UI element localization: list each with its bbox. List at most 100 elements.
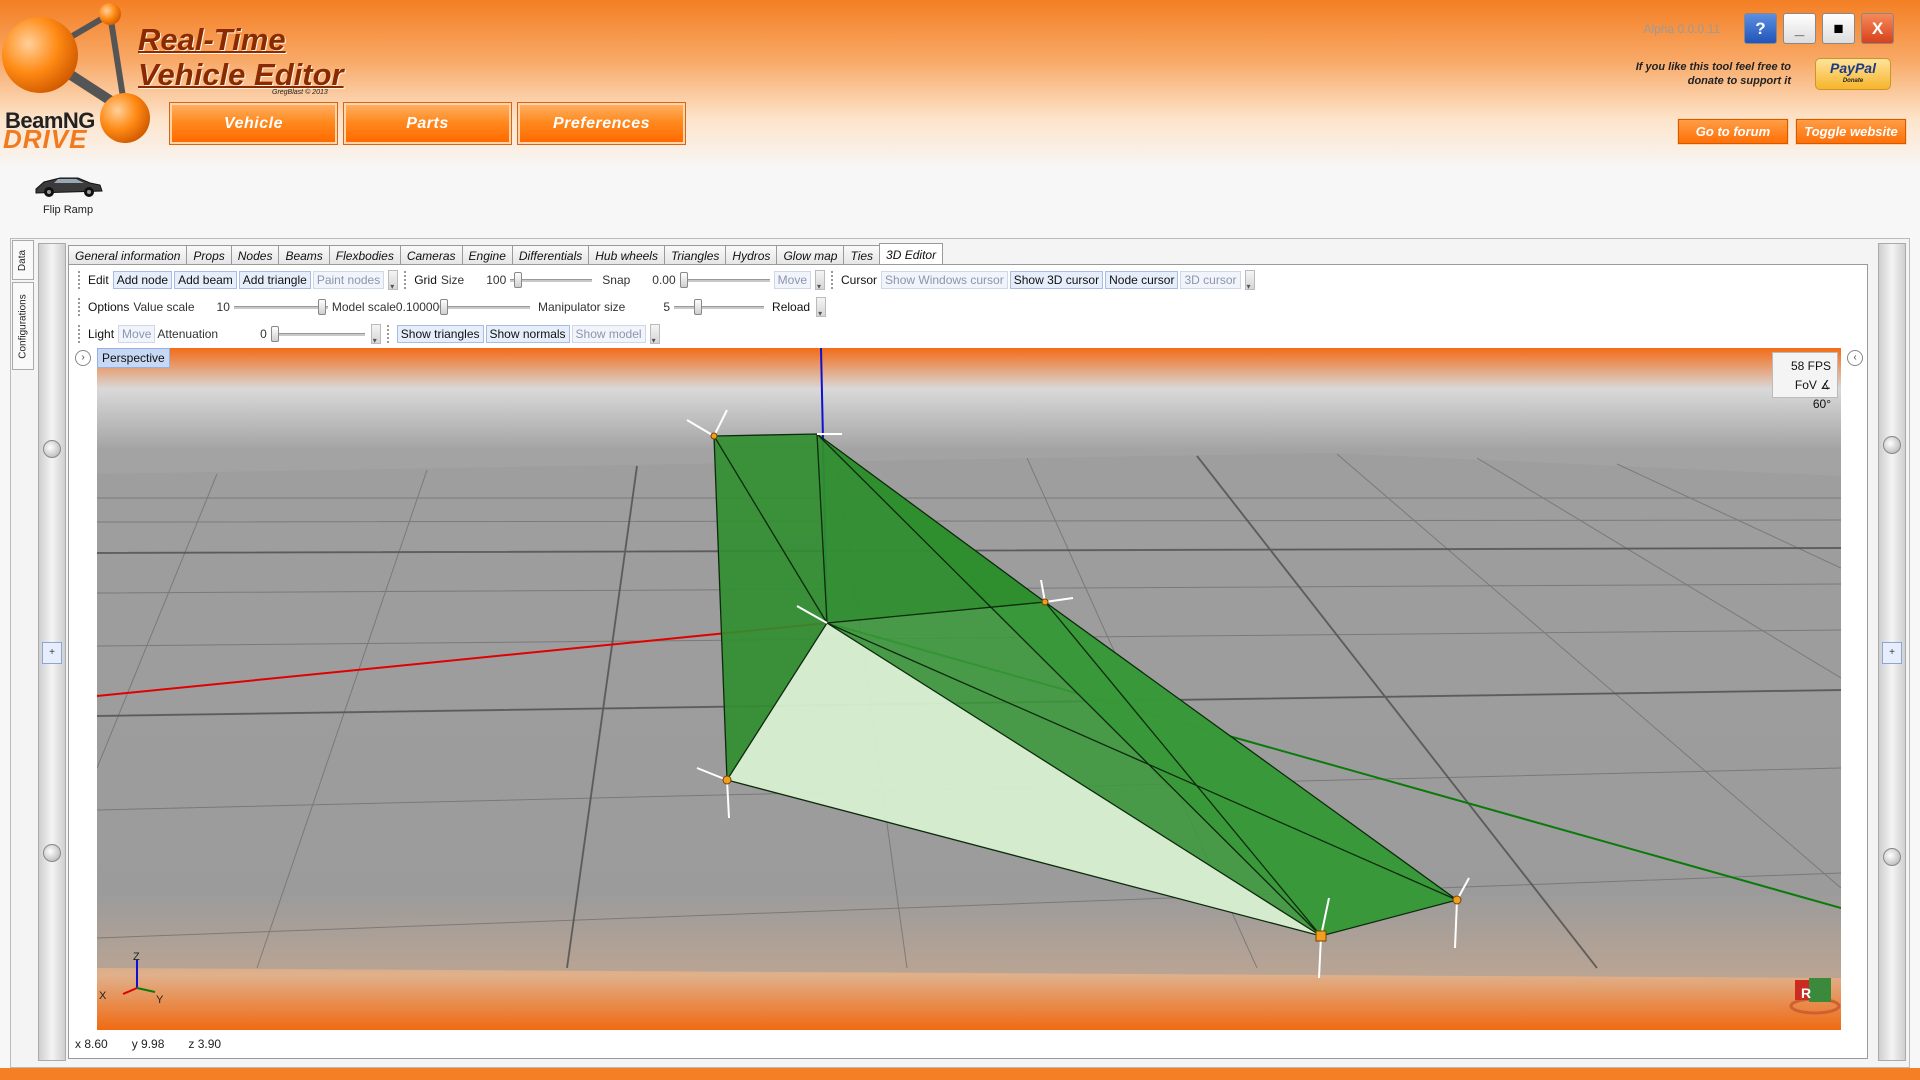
snap-slider[interactable] [679, 271, 770, 289]
fps-value: 58 FPS [1790, 359, 1831, 373]
node[interactable] [1041, 598, 1049, 606]
show-normals-button[interactable]: Show normals [485, 325, 570, 343]
move-button[interactable]: Move [773, 271, 811, 289]
slider-thumb[interactable] [679, 272, 688, 288]
right-splitter-knob-top[interactable] [1883, 436, 1901, 454]
left-splitter-knob-bottom[interactable] [43, 844, 61, 862]
chevron-left-icon[interactable]: ‹ [1847, 350, 1863, 366]
nav-vehicle-button[interactable]: Vehicle [169, 102, 338, 145]
axis-triad-y-label: Y [156, 994, 164, 1006]
right-expand-button[interactable]: + [1882, 642, 1902, 664]
viewport-mode-label[interactable]: Perspective [97, 348, 170, 368]
toolbar-grip[interactable] [78, 325, 82, 343]
toolbar-overflow[interactable] [1244, 270, 1255, 291]
version-label: Alpha 0.0.0.11 [1643, 22, 1720, 36]
app-credit: GregBlast © 2013 [272, 89, 328, 96]
tab-props[interactable]: Props [186, 245, 232, 265]
tab-hydros[interactable]: Hydros [725, 245, 778, 265]
left-expand-button[interactable]: + [42, 642, 62, 664]
size-value: 100 [486, 273, 507, 287]
slider-thumb[interactable] [270, 326, 279, 342]
side-tab-data[interactable]: Data [12, 240, 34, 280]
toolbar-grip[interactable] [386, 325, 391, 343]
tab-triangles[interactable]: Triangles [663, 245, 727, 265]
slider-thumb[interactable] [317, 299, 326, 315]
toolbar-grip[interactable] [404, 271, 408, 289]
minimize-button[interactable]: _ [1783, 13, 1816, 44]
model-scale-slider[interactable] [439, 298, 530, 316]
donate-text-line2: donate to support it [1687, 75, 1791, 87]
slider-thumb[interactable] [439, 299, 448, 315]
tab-nodes[interactable]: Nodes [230, 245, 280, 265]
maximize-button[interactable]: ■ [1822, 13, 1855, 44]
right-splitter[interactable]: + [1878, 243, 1906, 1061]
size-label: Size [440, 273, 465, 287]
toolbar-grip[interactable] [78, 298, 82, 316]
coord-y: y 9.98 [131, 1037, 165, 1051]
node[interactable] [1452, 895, 1462, 905]
side-tab-configurations[interactable]: Configurations [12, 282, 34, 370]
editor-tabs: General information Props Nodes Beams Fl… [68, 243, 944, 265]
manipulator-size-slider[interactable] [674, 298, 765, 316]
value-scale-slider[interactable] [233, 298, 328, 316]
paypal-donate-button[interactable]: PayPal Donate [1815, 58, 1891, 90]
show-3d-cursor-button[interactable]: Show 3D cursor [1009, 271, 1104, 289]
nav-parts-button[interactable]: Parts [343, 102, 512, 145]
toolbar-overflow[interactable] [388, 270, 399, 291]
toolbar-overflow[interactable] [815, 270, 825, 291]
chevron-right-icon[interactable]: › [75, 350, 91, 366]
show-windows-cursor-button[interactable]: Show Windows cursor [881, 271, 1008, 289]
add-triangle-button[interactable]: Add triangle [238, 271, 311, 289]
toolbar-grip[interactable] [78, 271, 82, 289]
donate-text: If you like this tool feel free to donat… [1591, 60, 1791, 88]
tab-glow-map[interactable]: Glow map [776, 245, 845, 265]
node[interactable] [710, 432, 718, 440]
axis-triad-x-label: X [99, 990, 107, 1002]
left-splitter-knob-top[interactable] [43, 440, 61, 458]
show-triangles-button[interactable]: Show triangles [396, 325, 484, 343]
fov-value: FoV ∡ 60° [1794, 378, 1831, 411]
add-node-button[interactable]: Add node [112, 271, 173, 289]
toolbar-overflow[interactable] [816, 297, 827, 318]
selected-node[interactable] [1315, 930, 1327, 942]
node[interactable] [722, 775, 732, 785]
tab-3d-editor[interactable]: 3D Editor [879, 243, 944, 265]
toolbar-grip[interactable] [831, 271, 835, 289]
slider-thumb[interactable] [694, 299, 703, 315]
paint-nodes-button[interactable]: Paint nodes [312, 271, 385, 289]
value-scale-label: Value scale [133, 300, 195, 314]
node-cursor-button[interactable]: Node cursor [1105, 271, 1179, 289]
reload-button[interactable]: Reload [772, 300, 810, 314]
right-splitter-knob-bottom[interactable] [1883, 848, 1901, 866]
side-tab-configurations-label: Configurations [17, 293, 29, 359]
light-move-button[interactable]: Move [118, 325, 156, 343]
light-label: Light [88, 327, 115, 341]
grid-size-slider[interactable] [510, 271, 593, 289]
go-to-forum-button[interactable]: Go to forum [1677, 118, 1789, 145]
tab-hub-wheels[interactable]: Hub wheels [588, 245, 665, 265]
toolbar-overflow[interactable] [649, 324, 660, 345]
left-splitter[interactable]: + [38, 243, 66, 1061]
show-model-button[interactable]: Show model [571, 325, 646, 343]
3d-viewport[interactable] [97, 348, 1841, 1030]
tab-beams[interactable]: Beams [278, 245, 330, 265]
3d-cursor-button[interactable]: 3D cursor [1180, 271, 1241, 289]
tab-differentials[interactable]: Differentials [511, 245, 590, 265]
tab-flexbodies[interactable]: Flexbodies [328, 245, 401, 265]
add-beam-button[interactable]: Add beam [174, 271, 237, 289]
attenuation-value: 0 [260, 327, 267, 341]
help-button[interactable]: ? [1744, 13, 1777, 44]
fps-overlay: 58 FPS FoV ∡ 60° [1772, 352, 1838, 411]
tab-engine[interactable]: Engine [461, 245, 513, 265]
nav-preferences-button[interactable]: Preferences [517, 102, 686, 145]
slider-thumb[interactable] [514, 272, 523, 288]
axis-triad-z-label: Z [133, 951, 140, 963]
toolbar-overflow[interactable] [370, 324, 381, 345]
attenuation-slider[interactable] [270, 325, 365, 343]
tab-general-information[interactable]: General information [68, 245, 188, 265]
options-label: Options [88, 300, 130, 314]
tab-cameras[interactable]: Cameras [399, 245, 463, 265]
close-button[interactable]: X [1861, 13, 1894, 44]
toggle-website-button[interactable]: Toggle website [1795, 118, 1907, 145]
tab-ties[interactable]: Ties [843, 245, 881, 265]
